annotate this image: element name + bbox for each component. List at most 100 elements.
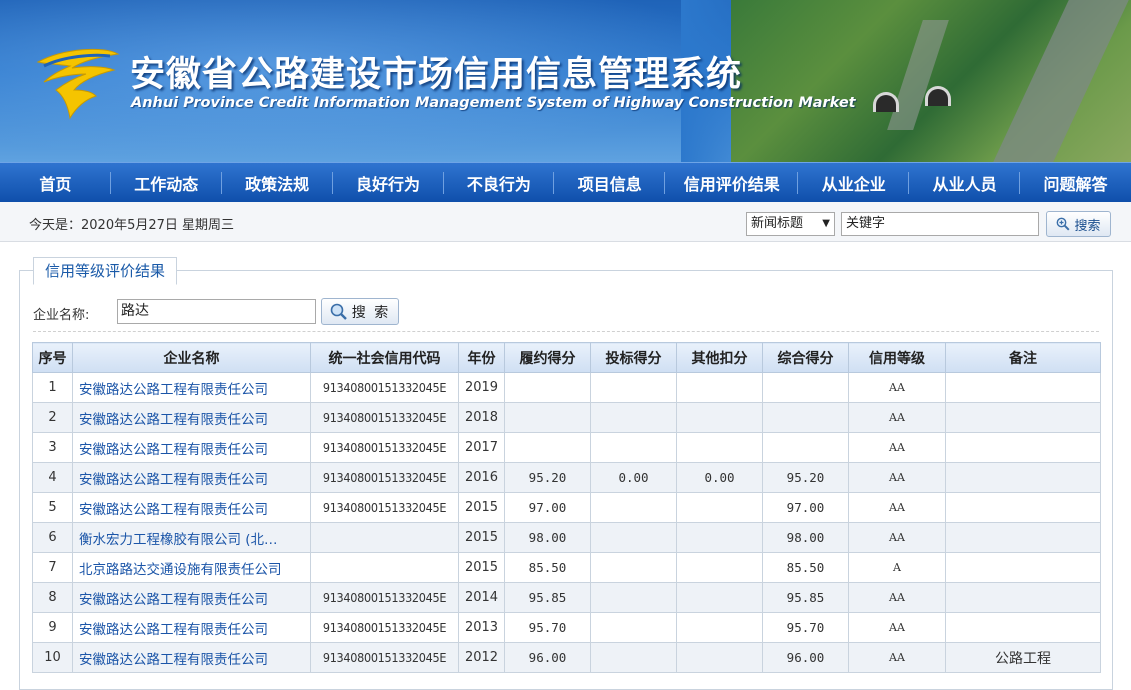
col-header-perf: 履约得分 [504, 342, 591, 373]
cell-note: 公路工程 [945, 642, 1101, 673]
chevron-down-icon: ▼ [822, 218, 830, 229]
corp-link[interactable]: 安徽路达公路工程有限责任公司 [72, 582, 311, 613]
cell-other: 0.00 [676, 462, 763, 493]
cell-grade: AA [848, 612, 946, 643]
cell-perf: 98.00 [504, 522, 591, 553]
cell-code: 91340800151332045E [310, 372, 459, 403]
cell-perf: 95.85 [504, 582, 591, 613]
cell-total: 96.00 [762, 642, 849, 673]
table-row: 7 北京路路达交通设施有限责任公司 2015 85.50 85.50 A [32, 552, 1101, 583]
panel-title: 信用等级评价结果 [33, 257, 178, 285]
corp-search-label: 搜 索 [351, 304, 391, 321]
col-header-name: 企业名称 [72, 342, 311, 373]
nav-item-home[interactable]: 首页 [0, 163, 111, 202]
toolbar: 今天是：2020年5月27日 星期周三 新闻标题 ▼ 关键字 搜索 [0, 202, 1131, 242]
corp-search-button[interactable]: 搜 索 [321, 298, 399, 325]
keyword-input[interactable]: 关键字 [841, 212, 1039, 236]
cell-total: 98.00 [762, 522, 849, 553]
divider [33, 331, 1099, 332]
cell-bid [590, 642, 677, 673]
nav-item-faq[interactable]: 问题解答 [1020, 163, 1131, 202]
corp-name-input[interactable]: 路达 [117, 299, 316, 324]
cell-note [945, 582, 1101, 613]
col-header-other: 其他扣分 [676, 342, 763, 373]
search-type-select[interactable]: 新闻标题 ▼ [746, 212, 835, 236]
nav-item-bad-behavior[interactable]: 不良行为 [444, 163, 555, 202]
cell-grade: A [848, 552, 946, 583]
tunnel-icon [873, 92, 899, 112]
corp-link[interactable]: 衡水宏力工程橡胶有限公司 (北… [72, 522, 311, 553]
nav-item-enterprises[interactable]: 从业企业 [798, 163, 910, 202]
cell-no: 8 [32, 582, 73, 613]
table-row: 9 安徽路达公路工程有限责任公司 91340800151332045E 2013… [32, 612, 1101, 643]
cell-note [945, 402, 1101, 433]
cell-note [945, 432, 1101, 463]
cell-bid [590, 522, 677, 553]
corp-link[interactable]: 安徽路达公路工程有限责任公司 [72, 402, 311, 433]
corp-link[interactable]: 安徽路达公路工程有限责任公司 [72, 642, 311, 673]
nav-item-projects[interactable]: 项目信息 [554, 163, 666, 202]
cell-note [945, 612, 1101, 643]
cell-no: 4 [32, 462, 73, 493]
corp-link[interactable]: 安徽路达公路工程有限责任公司 [72, 372, 311, 403]
corp-name-label: 企业名称: [33, 308, 90, 323]
cell-other [676, 492, 763, 523]
cell-perf [504, 432, 591, 463]
corp-link[interactable]: 安徽路达公路工程有限责任公司 [72, 432, 311, 463]
cell-other [676, 552, 763, 583]
cell-note [945, 522, 1101, 553]
cell-other [676, 432, 763, 463]
nav-item-work-news[interactable]: 工作动态 [111, 163, 222, 202]
site-search-button[interactable]: 搜索 [1046, 211, 1111, 237]
cell-other [676, 372, 763, 403]
corp-link[interactable]: 北京路路达交通设施有限责任公司 [72, 552, 311, 583]
cell-code: 91340800151332045E [310, 462, 459, 493]
cell-no: 3 [32, 432, 73, 463]
cell-year: 2014 [458, 582, 505, 613]
cell-grade: AA [848, 372, 946, 403]
cell-perf [504, 402, 591, 433]
cell-total: 95.85 [762, 582, 849, 613]
cell-bid [590, 492, 677, 523]
cell-other [676, 612, 763, 643]
cell-other [676, 402, 763, 433]
site-title-en: Anhui Province Credit Information Manage… [131, 95, 856, 111]
corp-link[interactable]: 安徽路达公路工程有限责任公司 [72, 492, 311, 523]
cell-code: 91340800151332045E [310, 492, 459, 523]
cell-total: 95.70 [762, 612, 849, 643]
cell-total [762, 402, 849, 433]
site-search-label: 搜索 [1074, 218, 1101, 234]
cell-perf: 95.70 [504, 612, 591, 643]
table-row: 5 安徽路达公路工程有限责任公司 91340800151332045E 2015… [32, 492, 1101, 523]
nav-item-policies[interactable]: 政策法规 [222, 163, 333, 202]
cell-code: 91340800151332045E [310, 402, 459, 433]
cell-bid [590, 582, 677, 613]
cell-no: 2 [32, 402, 73, 433]
cell-no: 10 [32, 642, 73, 673]
corp-link[interactable]: 安徽路达公路工程有限责任公司 [72, 612, 311, 643]
col-header-note: 备注 [945, 342, 1101, 373]
cell-total [762, 432, 849, 463]
cell-grade: AA [848, 642, 946, 673]
cell-year: 2015 [458, 492, 505, 523]
corp-link[interactable]: 安徽路达公路工程有限责任公司 [72, 462, 311, 493]
nav-item-good-behavior[interactable]: 良好行为 [333, 163, 444, 202]
cell-total: 97.00 [762, 492, 849, 523]
col-header-code: 统一社会信用代码 [310, 342, 459, 373]
cell-total: 95.20 [762, 462, 849, 493]
magnifier-icon [1057, 217, 1070, 231]
nav-item-credit-results[interactable]: 信用评价结果 [665, 163, 799, 202]
cell-code: 91340800151332045E [310, 432, 459, 463]
nav-item-personnel[interactable]: 从业人员 [909, 163, 1020, 202]
date-text: 今天是：2020年5月27日 星期周三 [29, 218, 235, 233]
cell-other [676, 582, 763, 613]
cell-code: 91340800151332045E [310, 642, 459, 673]
cell-code: 91340800151332045E [310, 612, 459, 643]
cell-total [762, 372, 849, 403]
cell-grade: AA [848, 432, 946, 463]
cell-year: 2017 [458, 432, 505, 463]
col-header-no: 序号 [32, 342, 73, 373]
col-header-grade: 信用等级 [848, 342, 946, 373]
main-nav: 首页 工作动态 政策法规 良好行为 不良行为 项目信息 信用评价结果 从业企业 … [0, 162, 1131, 202]
cell-code [310, 522, 459, 553]
